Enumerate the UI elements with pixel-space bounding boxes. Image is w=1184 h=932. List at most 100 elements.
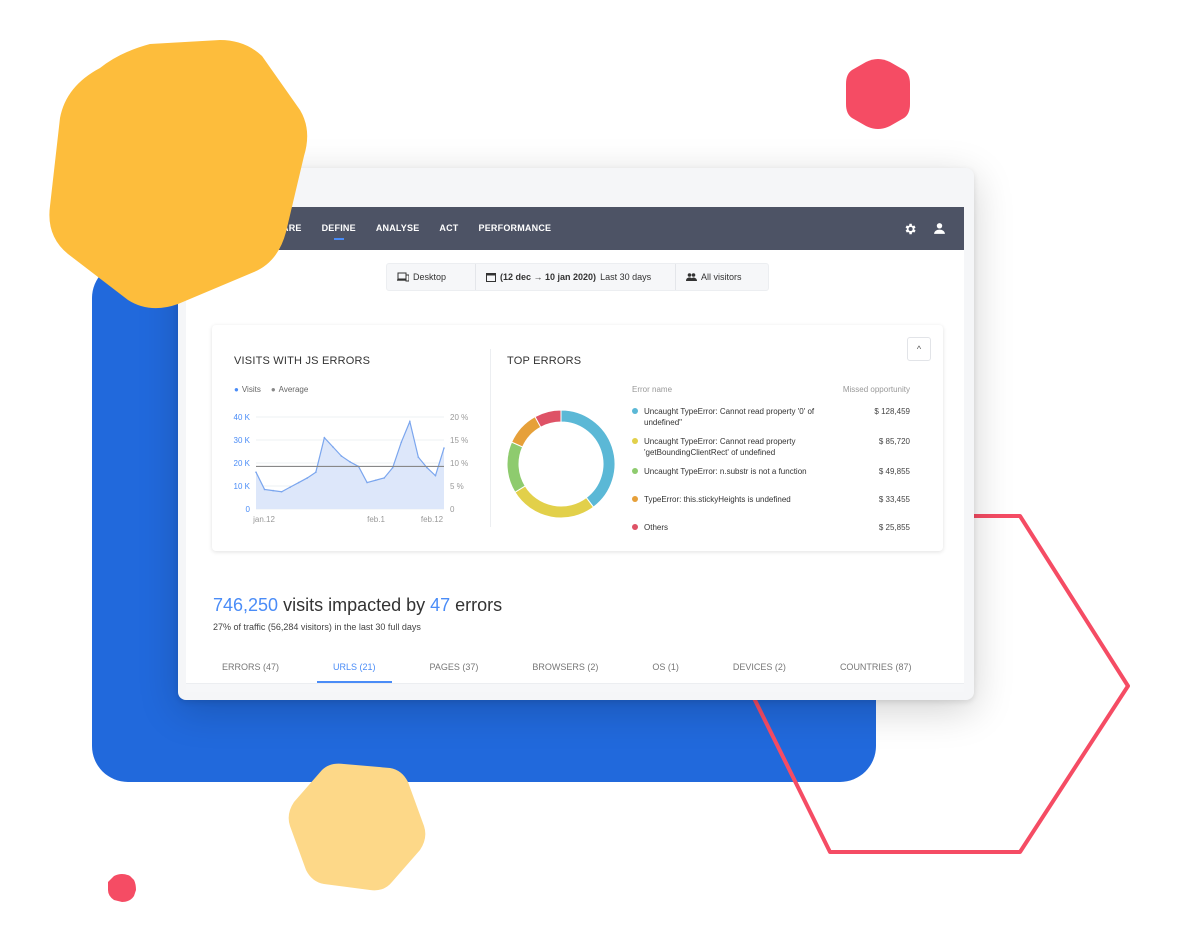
- impact-subtitle: 27% of traffic (56,284 visitors) in the …: [213, 622, 421, 632]
- error-missed-opportunity: $ 33,455: [878, 495, 910, 504]
- users-icon: [686, 273, 697, 281]
- visits-point: [289, 486, 291, 488]
- error-row[interactable]: Uncaught TypeError: n.substr is not a fu…: [632, 466, 910, 486]
- visits-point: [383, 477, 385, 479]
- donut-slice[interactable]: [510, 415, 542, 448]
- filter-bar: Desktop (12 dec → 10 jan 2020) Last 30 d…: [386, 263, 769, 291]
- y-left-tick-label: 20 K: [234, 459, 251, 468]
- visits-point: [409, 420, 411, 423]
- nav-item-analyse[interactable]: ANALYSE: [376, 207, 420, 250]
- error-name-cell: Uncaught TypeError: Cannot read property…: [632, 406, 822, 428]
- col-missed-opportunity: Missed opportunity: [842, 385, 910, 394]
- chevron-up-icon: ^: [916, 344, 922, 354]
- visits-point: [374, 479, 377, 482]
- errors-overview-card: VISITS WITH JS ERRORS Visits Average 0 0 1…: [212, 325, 943, 551]
- error-row[interactable]: Others $ 25,855: [632, 522, 910, 542]
- y-right-tick-label: 0: [450, 505, 455, 514]
- visits-point: [366, 481, 368, 484]
- error-color-dot: [632, 496, 638, 502]
- visits-point: [306, 477, 309, 479]
- tab-countries[interactable]: COUNTRIES (87): [824, 653, 928, 683]
- calendar-icon: [486, 273, 496, 282]
- visits-point: [272, 489, 274, 492]
- nav-item-performance[interactable]: PERFORMANCE: [479, 207, 552, 250]
- error-name: Others: [644, 523, 669, 532]
- error-missed-opportunity: $ 85,720: [878, 437, 910, 446]
- legend-average[interactable]: Average: [271, 385, 309, 394]
- date-range-filter[interactable]: (12 dec → 10 jan 2020) Last 30 days: [475, 264, 675, 290]
- y-right-tick-label: 15 %: [450, 436, 468, 445]
- gear-icon[interactable]: [903, 222, 917, 236]
- y-left-tick-label: 30 K: [234, 436, 251, 445]
- top-errors-table-header: Error name Missed opportunity: [632, 385, 910, 394]
- visits-point: [349, 461, 351, 463]
- error-row[interactable]: Uncaught TypeError: Cannot read property…: [632, 436, 910, 458]
- nav-item-share[interactable]: ARE: [282, 207, 302, 250]
- donut-slice[interactable]: [514, 485, 595, 519]
- breakdown-tabs: ERRORS (47) URLS (21) PAGES (37) BROWSERS (…: [206, 653, 949, 683]
- nav-item-define[interactable]: DEFINE: [322, 207, 356, 250]
- device-icon: [397, 272, 409, 282]
- donut-slice[interactable]: [506, 441, 526, 493]
- visits-line-chart: 0 0 10 K 5 % 20 K 10 % 30 K 15 % 40 K 20 % jan.12 f…: [234, 413, 469, 524]
- collapse-button[interactable]: ^: [907, 337, 931, 361]
- error-name-cell: Uncaught TypeError: Cannot read property…: [632, 436, 822, 458]
- tab-browsers[interactable]: BROWSERS (2): [516, 653, 614, 683]
- error-name: Uncaught TypeError: n.substr is not a fu…: [644, 467, 807, 476]
- x-tick-label: feb.12: [421, 515, 444, 524]
- error-missed-opportunity: $ 128,459: [874, 407, 910, 416]
- headline-text-1: visits impacted by: [278, 595, 431, 615]
- error-row[interactable]: Uncaught TypeError: Cannot read property…: [632, 406, 910, 428]
- visits-point: [443, 447, 445, 449]
- app-content: ARE DEFINE ANALYSE ACT PERFORMANCE Deskt…: [186, 207, 964, 692]
- nav-item-act[interactable]: ACT: [439, 207, 458, 250]
- error-color-dot: [632, 468, 638, 474]
- tab-urls[interactable]: URLS (21): [317, 653, 392, 683]
- x-tick-label: feb.1: [367, 515, 385, 524]
- segment-filter[interactable]: All visitors: [675, 264, 752, 290]
- y-right-tick-label: 10 %: [450, 459, 468, 468]
- visits-chart-legend: Visits Average: [234, 385, 308, 394]
- user-icon[interactable]: [933, 222, 946, 235]
- visits-area: [256, 421, 444, 509]
- col-error-name: Error name: [632, 385, 673, 394]
- y-left-tick-label: 40 K: [234, 413, 251, 422]
- headline-text-2: errors: [450, 595, 503, 615]
- error-missed-opportunity: $ 25,855: [878, 523, 910, 532]
- error-name: TypeError: this.stickyHeights is undefin…: [644, 495, 791, 504]
- visits-point: [255, 471, 257, 473]
- visits-point: [280, 490, 283, 493]
- segment-filter-label: All visitors: [701, 272, 742, 282]
- device-filter[interactable]: Desktop: [387, 264, 475, 290]
- donut-slice[interactable]: [560, 409, 616, 508]
- error-name: Uncaught TypeError: Cannot read property…: [644, 407, 815, 427]
- top-errors-donut-chart: [506, 409, 616, 519]
- visits-point: [434, 474, 437, 477]
- tab-errors[interactable]: ERRORS (47): [206, 653, 295, 683]
- app-window: ARE DEFINE ANALYSE ACT PERFORMANCE Deskt…: [178, 168, 974, 700]
- error-name-cell: Uncaught TypeError: n.substr is not a fu…: [632, 466, 822, 486]
- device-filter-label: Desktop: [413, 272, 447, 282]
- error-row[interactable]: TypeError: this.stickyHeights is undefin…: [632, 494, 910, 514]
- card-divider: [490, 349, 491, 527]
- top-errors-title: TOP ERRORS: [507, 355, 582, 367]
- y-left-tick-label: 0: [246, 505, 251, 514]
- date-range-value: (12 dec → 10 jan 2020): [500, 272, 597, 282]
- error-color-dot: [632, 524, 638, 530]
- donut-slice[interactable]: [534, 409, 562, 428]
- visits-point: [417, 456, 420, 459]
- impact-summary: 746,250 visits impacted by 47 errors 27%…: [213, 595, 502, 632]
- tab-os[interactable]: OS (1): [636, 653, 695, 683]
- y-right-tick-label: 5 %: [450, 482, 464, 491]
- legend-visits[interactable]: Visits: [234, 385, 261, 394]
- impacted-visits-count: 746,250: [213, 595, 279, 615]
- visits-point: [340, 455, 343, 457]
- tab-pages[interactable]: PAGES (37): [414, 653, 495, 683]
- error-missed-opportunity: $ 49,855: [878, 467, 910, 476]
- error-name-cell: Others: [632, 522, 822, 542]
- tab-devices[interactable]: DEVICES (2): [717, 653, 802, 683]
- visits-point: [263, 488, 266, 491]
- error-name: Uncaught TypeError: Cannot read property…: [644, 437, 796, 457]
- visits-point: [297, 481, 300, 484]
- y-right-tick-label: 20 %: [450, 413, 468, 422]
